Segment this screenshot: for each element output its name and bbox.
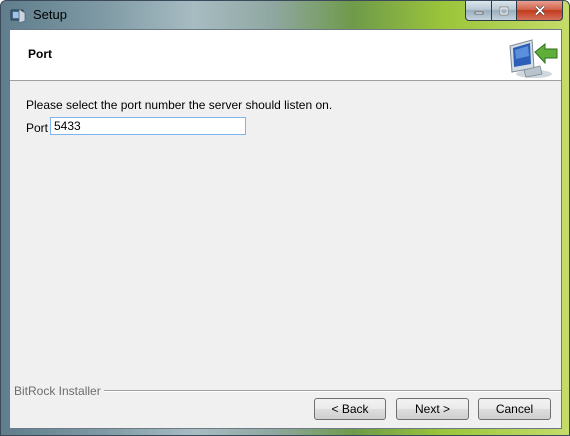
page-title: Port [28,47,52,61]
close-button[interactable] [517,1,563,21]
title-bar[interactable]: Setup [1,1,569,29]
setup-app-icon [10,8,26,24]
close-icon [534,5,545,16]
maximize-icon [499,6,509,15]
window-title: Setup [33,7,67,22]
instruction-text: Please select the port number the server… [26,98,333,112]
minimize-icon [474,11,483,14]
setup-window: Setup Port Please select the port number… [0,0,570,436]
window-controls [465,1,563,21]
cancel-button[interactable]: Cancel [478,398,551,420]
installer-brand-label: BitRock Installer [14,384,104,398]
minimize-button[interactable] [465,1,492,21]
maximize-button[interactable] [492,1,517,21]
port-label: Port [26,121,49,135]
next-button[interactable]: Next > [396,398,469,420]
port-input[interactable] [50,117,246,135]
page-header: Port [10,30,561,81]
computer-arrow-icon [509,39,558,78]
footer-divider [96,390,561,392]
back-button[interactable]: < Back [314,398,386,420]
installer-client-area: Port Please select the port number the s… [9,29,562,429]
